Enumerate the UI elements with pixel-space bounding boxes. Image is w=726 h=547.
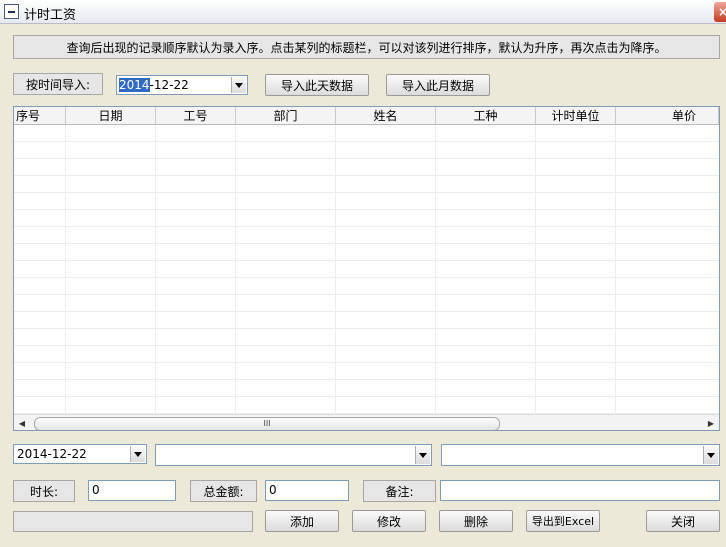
filter-date-combo[interactable]: 2014-12-22 (13, 444, 147, 464)
total-amount-label: 总金额: (190, 480, 257, 502)
filter-combo-2[interactable] (155, 444, 432, 466)
column-header-date[interactable]: 日期 (66, 107, 156, 125)
add-button[interactable]: 添加 (265, 510, 339, 532)
delete-button[interactable]: 删除 (439, 510, 513, 532)
import-date-picker[interactable]: 2014-12-22 (116, 75, 248, 95)
import-label: 按时间导入: (13, 73, 103, 95)
column-header-index[interactable]: 序号 (14, 107, 66, 125)
duration-input[interactable]: 0 (88, 480, 176, 501)
column-header-department[interactable]: 部门 (236, 107, 336, 125)
filter-date-dropdown-icon[interactable] (130, 446, 145, 462)
window-title: 计时工资 (24, 8, 77, 23)
filter-date-value: 2014-12-22 (17, 447, 87, 461)
window-close-button[interactable]: × (714, 2, 726, 22)
column-header-unit-price[interactable]: 单价 (616, 107, 719, 125)
scroll-right-icon[interactable]: ▶ (703, 415, 719, 430)
records-grid[interactable]: 序号 日期 工号 部门 姓名 工种 计时单位 单价 ◀ III ▶ (13, 106, 720, 431)
import-date-rest: -12-22 (149, 78, 189, 92)
import-date-dropdown-icon[interactable] (231, 77, 246, 93)
note-input[interactable] (440, 480, 720, 501)
column-header-time-unit[interactable]: 计时单位 (536, 107, 616, 125)
window-menu-icon[interactable] (4, 4, 19, 19)
total-amount-input[interactable]: 0 (265, 480, 349, 501)
import-month-button[interactable]: 导入此月数据 (386, 74, 490, 96)
grid-body[interactable] (14, 125, 719, 414)
column-header-employee-id[interactable]: 工号 (156, 107, 236, 125)
edit-button[interactable]: 修改 (352, 510, 426, 532)
info-text: 查询后出现的记录顺序默认为录入序。点击某列的标题栏，可以对该列进行排序，默认为升… (66, 40, 667, 55)
import-date-selected: 2014 (119, 78, 150, 92)
grid-header: 序号 日期 工号 部门 姓名 工种 计时单位 单价 (14, 107, 719, 125)
horizontal-scrollbar[interactable]: ◀ III ▶ (14, 414, 719, 430)
close-button[interactable]: 关闭 (646, 510, 720, 532)
export-excel-button[interactable]: 导出到Excel (526, 510, 600, 532)
import-day-button[interactable]: 导入此天数据 (265, 74, 369, 96)
info-bar: 查询后出现的记录顺序默认为录入序。点击某列的标题栏，可以对该列进行排序，默认为升… (13, 35, 720, 59)
title-bar (0, 0, 726, 24)
scrollbar-thumb[interactable]: III (34, 417, 500, 430)
filter-combo-3[interactable] (441, 444, 720, 466)
note-label: 备注: (363, 480, 436, 502)
duration-label: 时长: (13, 480, 75, 502)
column-header-job-type[interactable]: 工种 (436, 107, 536, 125)
column-header-name[interactable]: 姓名 (336, 107, 436, 125)
scroll-left-icon[interactable]: ◀ (14, 415, 30, 430)
filter-combo-2-dropdown-icon[interactable] (415, 446, 430, 464)
filter-combo-3-dropdown-icon[interactable] (703, 446, 718, 464)
status-field (13, 511, 253, 532)
